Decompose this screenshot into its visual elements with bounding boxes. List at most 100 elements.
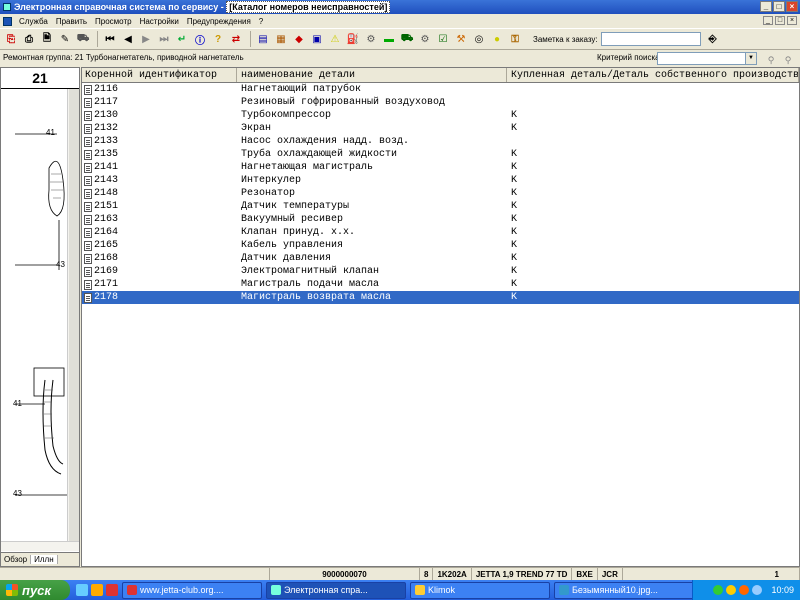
media-icon[interactable] [106, 584, 118, 596]
note-apply-icon[interactable]: ⎆ [705, 31, 721, 47]
menu-view[interactable]: Просмотр [91, 17, 136, 26]
update-icon[interactable] [752, 585, 763, 595]
id-cell: 2117 [82, 96, 237, 109]
previous-icon[interactable]: ◀ [120, 31, 136, 47]
search-criteria-select[interactable]: ▼ [657, 52, 757, 65]
quick-launch [76, 584, 118, 596]
book-icon[interactable]: ▣ [309, 31, 325, 47]
document-icon [84, 175, 92, 186]
maximize-button[interactable]: □ [773, 1, 785, 12]
table-row[interactable]: 2151 Датчик температуры K [82, 200, 799, 213]
chevron-down-icon[interactable]: ▼ [745, 53, 756, 64]
parts-icon[interactable]: ◆ [291, 31, 307, 47]
mdi-restore-button[interactable]: □ [775, 16, 785, 25]
task-app-icon [559, 585, 569, 595]
menu-help[interactable]: ? [255, 17, 267, 26]
table-row[interactable]: 2163 Вакуумный ресивер K [82, 213, 799, 226]
menu-warnings[interactable]: Предупреждения [183, 17, 255, 26]
search-go-icon[interactable]: ⚲ [781, 52, 795, 65]
tab-illustration[interactable]: Иллн [31, 555, 58, 564]
part-name: Насос охлаждения надд. возд. [241, 136, 410, 147]
vehicle-model: JETTA 1,9 TREND 77 TD [472, 567, 573, 581]
order-icon[interactable]: ⎘ [3, 31, 19, 47]
id-cell: 2164 [82, 226, 237, 239]
catalog-icon[interactable]: ▤ [255, 31, 271, 47]
start-button[interactable]: пуск [0, 580, 70, 600]
document-icon [84, 136, 92, 147]
table-row[interactable]: 2178 Магистраль возврата масла K [82, 291, 799, 304]
illustration-panel: 21 41 43 41 43 Обзор Иллн [0, 67, 80, 567]
table-row[interactable]: 2148 Резонатор K [82, 187, 799, 200]
table-row[interactable]: 2132 Экран K [82, 122, 799, 135]
mdi-minimize-button[interactable]: _ [763, 16, 773, 25]
table-row[interactable]: 2130 Турбокомпрессор K [82, 109, 799, 122]
taskbar-button[interactable]: Электронная спра... [266, 581, 406, 599]
part-origin-flag: K [511, 292, 518, 303]
table-row[interactable]: 2135 Труба охлаждающей жидкости K [82, 148, 799, 161]
column-header-id[interactable]: Коренной идентификатор [82, 68, 237, 82]
wrench-icon[interactable]: ⚙ [363, 31, 379, 47]
table-row[interactable]: 2171 Магистраль подачи масла K [82, 278, 799, 291]
tools-icon[interactable]: ⚒ [453, 31, 469, 47]
table-row[interactable]: 2168 Датчик давления K [82, 252, 799, 265]
table-row[interactable]: 2164 Клапан принуд. х.х. K [82, 226, 799, 239]
table-row[interactable]: 2133 Насос охлаждения надд. возд. [82, 135, 799, 148]
table-row[interactable]: 2116 Нагнетающий патрубок [82, 83, 799, 96]
first-icon[interactable]: ⏮ [102, 31, 118, 47]
car-body-icon[interactable]: ⛟ [399, 31, 415, 47]
last-icon[interactable]: ⏭ [156, 31, 172, 47]
close-button[interactable]: × [786, 1, 798, 12]
print-icon[interactable]: ⎙ [21, 31, 37, 47]
taskbar-button[interactable]: Безымянный10.jpg... [554, 581, 694, 599]
table-row[interactable]: 2169 Электромагнитный клапан K [82, 265, 799, 278]
part-origin-flag: K [511, 175, 518, 186]
illustration-horizontal-scrollbar[interactable] [1, 541, 79, 551]
document-icon [84, 240, 92, 251]
illustration-tabs: Обзор Иллн [1, 552, 79, 566]
table-row[interactable]: 2141 Нагнетающая магистраль K [82, 161, 799, 174]
table-row[interactable]: 2143 Интеркулер K [82, 174, 799, 187]
settings-icon[interactable]: ⚙ [417, 31, 433, 47]
checklist-icon[interactable]: ☑ [435, 31, 451, 47]
car-icon[interactable]: ⛟ [75, 31, 91, 47]
table-row[interactable]: 2165 Кабель управления K [82, 239, 799, 252]
part-origin-flag: K [511, 188, 518, 199]
menu-settings[interactable]: Настройки [136, 17, 183, 26]
browser-icon[interactable] [91, 584, 103, 596]
search-clear-icon[interactable]: ⚲ [764, 52, 778, 65]
illustration-vertical-scrollbar[interactable] [67, 89, 79, 549]
battery-icon[interactable]: ▬ [381, 31, 397, 47]
warning-icon[interactable]: ⚠ [327, 31, 343, 47]
antivirus-icon[interactable] [739, 585, 750, 595]
document-icon[interactable]: 🗎 [39, 31, 55, 47]
tab-overview[interactable]: Обзор [1, 555, 32, 564]
edit-icon[interactable]: ✎ [57, 31, 73, 47]
grid-icon[interactable]: ▦ [273, 31, 289, 47]
column-header-name[interactable]: наименование детали [237, 68, 507, 82]
order-note-input[interactable] [600, 32, 701, 46]
volume-icon[interactable] [726, 585, 737, 595]
mdi-close-button[interactable]: × [787, 16, 797, 25]
minimize-button[interactable]: _ [760, 1, 772, 12]
column-header-origin[interactable]: Купленная деталь/Деталь собственного про… [507, 68, 799, 82]
menu-service[interactable]: Служба [15, 17, 52, 26]
oil-icon[interactable]: ⛽ [345, 31, 361, 47]
table-row[interactable]: 2117 Резиновый гофрированный воздуховод [82, 96, 799, 109]
network-icon[interactable] [713, 585, 724, 595]
info-icon[interactable]: ⓘ [192, 31, 208, 47]
menu-edit[interactable]: Править [52, 17, 91, 26]
part-id: 2164 [94, 227, 119, 238]
bulb-icon[interactable]: ● [489, 31, 505, 47]
taskbar-button[interactable]: www.jetta-club.org.... [122, 581, 262, 599]
swap-icon[interactable]: ⇄ [228, 31, 244, 47]
desktop-icon[interactable] [76, 584, 88, 596]
next-icon[interactable]: ▶ [138, 31, 154, 47]
tyre-icon[interactable]: ◎ [471, 31, 487, 47]
back-arrow-icon[interactable]: ↵ [174, 31, 190, 47]
taskbar-button[interactable]: Klimok [410, 581, 550, 599]
key-icon[interactable]: ⚿ [507, 31, 523, 47]
document-icon [84, 253, 92, 264]
child-window-icon[interactable] [3, 16, 12, 26]
help-icon[interactable]: ? [210, 31, 226, 47]
id-cell: 2143 [82, 174, 237, 187]
